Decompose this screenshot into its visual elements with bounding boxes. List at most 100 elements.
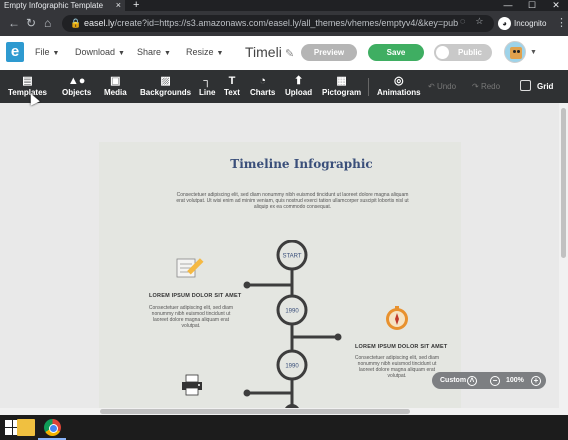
horizontal-scrollbar[interactable] <box>0 408 559 415</box>
star-icon[interactable]: ☆ <box>475 16 483 27</box>
browser-tab-strip: Empty Infographic Template × + — ☐ ✕ <box>0 0 568 11</box>
tool-animations[interactable]: ◎ Animations <box>377 74 421 97</box>
chevron-down-icon[interactable]: ▼ <box>530 49 537 56</box>
milestone-year-label: 1990 <box>285 364 299 370</box>
tool-objects-label: Objects <box>62 88 92 97</box>
tool-upload-label: Upload <box>285 88 313 97</box>
milestone-description[interactable]: Consectetuer adipiscing elit, sed diam n… <box>147 305 235 329</box>
maximize-button[interactable]: ☐ <box>520 0 544 11</box>
easelly-logo[interactable]: e <box>6 42 24 62</box>
pictogram-icon: ▦ <box>336 75 347 87</box>
tool-pictogram-label: Pictogram <box>322 88 362 97</box>
close-window-button[interactable]: ✕ <box>544 0 568 11</box>
note-pencil-icon[interactable] <box>175 255 209 279</box>
tool-text[interactable]: T Text <box>224 74 240 97</box>
incognito-label: Incognito <box>514 19 547 28</box>
tool-media-label: Media <box>104 88 127 97</box>
avatar[interactable] <box>504 41 526 63</box>
zoom-control: Custom ˄ − 100% + <box>432 372 546 389</box>
milestone-year-label: 1990 <box>285 309 299 315</box>
milestone-heading[interactable]: LOREM IPSUM DOLOR SIT AMET <box>149 293 241 299</box>
printer-icon[interactable] <box>180 374 204 396</box>
tool-pictogram[interactable]: ▦ Pictogram <box>322 74 361 97</box>
toolbar-divider <box>368 78 369 96</box>
undo-icon: ↶ <box>428 82 437 91</box>
grid-checkbox[interactable] <box>520 80 531 91</box>
incognito-icon: ◕ <box>498 17 511 30</box>
tool-upload[interactable]: ⬆ Upload <box>285 74 312 97</box>
tool-charts[interactable]: ◔ Charts <box>250 74 275 97</box>
infographic-intro-text[interactable]: Consectetuer adipiscing elit, sed diam n… <box>175 192 410 210</box>
home-icon[interactable]: ⌂ <box>44 16 51 30</box>
undo-label: Undo <box>436 82 457 91</box>
url-host: easel.ly <box>84 18 115 28</box>
public-toggle[interactable]: Public <box>434 44 492 61</box>
infographic-title[interactable]: Timeline Infographic <box>99 157 504 171</box>
compass-icon[interactable] <box>384 305 410 331</box>
menu-share[interactable]: Share ▼ <box>137 47 171 57</box>
animations-icon: ◎ <box>393 75 404 87</box>
reload-icon[interactable]: ↻ <box>26 16 36 30</box>
charts-icon: ◔ <box>259 75 266 87</box>
redo-button[interactable]: ↷ Redo <box>472 82 500 91</box>
menu-download[interactable]: Download ▼ <box>75 47 125 57</box>
save-button[interactable]: Save <box>368 44 424 61</box>
browser-tab[interactable]: Empty Infographic Template × <box>0 0 125 11</box>
eye-slash-icon[interactable]: ◌ <box>460 16 465 27</box>
chevron-up-icon[interactable]: ˄ <box>467 376 477 386</box>
url-path: /create?id=https://s3.amazonaws.com/ease… <box>114 18 459 28</box>
text-icon: T <box>228 75 236 87</box>
browser-tab-title: Empty Infographic Template <box>4 1 104 10</box>
tool-backgrounds-label: Backgrounds <box>140 88 192 97</box>
tool-backgrounds[interactable]: ▨ Backgrounds <box>140 74 191 97</box>
backgrounds-icon: ▨ <box>160 75 171 87</box>
document-title[interactable]: Timeli <box>245 44 282 60</box>
scrollbar-thumb[interactable] <box>561 108 566 258</box>
undo-button[interactable]: ↶ Undo <box>428 82 456 91</box>
grid-label: Grid <box>537 82 554 91</box>
os-taskbar <box>0 415 568 440</box>
zoom-out-button[interactable]: − <box>490 376 500 386</box>
editor-toolbar: ▤ Templates ▲● Objects ▣ Media ▨ Backgro… <box>0 70 568 103</box>
lock-icon: 🔒 <box>70 18 82 28</box>
url-input[interactable]: 🔒 easel.ly/create?id=https://s3.amazonaw… <box>62 15 494 32</box>
zoom-in-button[interactable]: + <box>531 376 541 386</box>
avatar-eye <box>513 50 516 53</box>
browser-menu-icon[interactable]: ⋮ <box>556 16 567 29</box>
app-header: e File ▼ Download ▼ Share ▼ Resize ▼ Timeli … <box>0 36 568 70</box>
menu-file[interactable]: File ▼ <box>35 47 59 57</box>
close-icon[interactable]: × <box>116 0 121 11</box>
timeline-graphic[interactable]: START 1990 1990 <box>240 240 350 408</box>
media-icon: ▣ <box>110 75 121 87</box>
menu-share-label: Share <box>137 47 162 57</box>
milestone-start-label: START <box>282 254 301 260</box>
milestone-heading[interactable]: LOREM IPSUM DOLOR SIT AMET <box>355 344 447 350</box>
vertical-scrollbar[interactable] <box>559 103 568 415</box>
caret-down-icon: ▼ <box>118 50 125 57</box>
templates-icon: ▤ <box>22 75 33 87</box>
menu-resize[interactable]: Resize ▼ <box>186 47 223 57</box>
tool-line-label: Line <box>199 88 216 97</box>
preview-button[interactable]: Preview <box>301 44 357 61</box>
tool-text-label: Text <box>224 88 240 97</box>
redo-label: Redo <box>480 82 501 91</box>
new-tab-button[interactable]: + <box>133 0 139 11</box>
scrollbar-thumb[interactable] <box>100 409 410 414</box>
upload-icon: ⬆ <box>293 75 304 87</box>
milestone-description[interactable]: Consectetuer adipiscing elit, sed diam n… <box>352 355 442 379</box>
back-arrow-icon[interactable]: ← <box>8 16 20 30</box>
minimize-button[interactable]: — <box>496 0 520 11</box>
file-explorer-icon[interactable] <box>17 419 35 436</box>
chrome-icon[interactable] <box>44 419 61 436</box>
incognito-indicator[interactable]: ◕ Incognito <box>498 15 546 32</box>
tool-objects[interactable]: ▲● Objects <box>62 74 91 97</box>
zoom-value: 100% <box>506 377 524 384</box>
menu-resize-label: Resize <box>186 47 214 57</box>
edit-pen-icon[interactable]: ✎ <box>285 47 294 60</box>
tool-media[interactable]: ▣ Media <box>104 74 127 97</box>
redo-icon: ↷ <box>472 82 481 91</box>
tool-line[interactable]: ┐ Line <box>199 74 215 97</box>
menu-download-label: Download <box>75 47 116 57</box>
tool-charts-label: Charts <box>250 88 276 97</box>
zoom-mode-dropdown[interactable]: Custom <box>440 372 466 389</box>
